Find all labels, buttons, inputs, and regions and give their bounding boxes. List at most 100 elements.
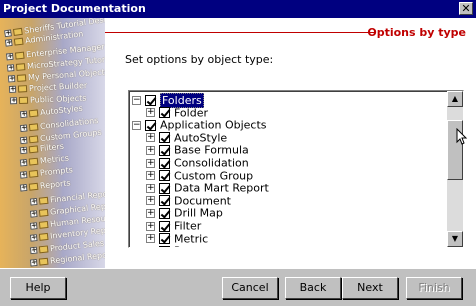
checkbox[interactable] <box>159 182 170 194</box>
tree-item[interactable]: + AutoStyle <box>146 131 227 144</box>
finish-button[interactable]: Finish <box>406 277 462 299</box>
expand-icon: + <box>29 257 38 267</box>
tree-item[interactable]: + Drill Map <box>146 206 223 220</box>
folder-icon <box>14 52 25 60</box>
folder-icon <box>18 96 29 105</box>
checkbox[interactable] <box>159 233 170 245</box>
tree-item[interactable]: + Document <box>146 194 231 207</box>
expand-icon[interactable]: + <box>146 183 155 193</box>
expand-icon: + <box>9 96 18 105</box>
tree-item-label: Base Formula <box>174 143 249 157</box>
folder-icon <box>38 257 49 266</box>
resize-cursor-icon <box>456 128 468 145</box>
folder-icon <box>28 135 39 144</box>
checkbox[interactable] <box>159 132 170 144</box>
tree-item-label: Application Objects <box>160 118 267 132</box>
expand-icon: + <box>5 52 14 61</box>
tree-item-label: Data Mart Report <box>174 181 269 195</box>
tree-item[interactable]: + Custom Group <box>146 169 253 182</box>
expand-icon[interactable]: + <box>146 158 155 168</box>
expand-icon[interactable]: + <box>146 171 155 181</box>
tree-scrollbar[interactable]: ▲ ▼ <box>447 91 463 247</box>
finish-button-label: Finish <box>418 281 450 294</box>
help-button[interactable]: Help <box>10 277 66 299</box>
watermark-label: Metrics <box>39 153 70 166</box>
folder-icon <box>28 157 39 166</box>
object-type-tree[interactable]: − Folders + Folder − Application Objects + Auto… <box>128 90 464 248</box>
folder-icon <box>12 27 23 36</box>
checkbox[interactable] <box>159 144 170 156</box>
watermark-item: + Reports <box>19 177 72 192</box>
expand-icon: + <box>6 62 15 72</box>
collapse-icon[interactable]: − <box>132 120 141 130</box>
title-bar: Project Documentation ✕ <box>0 0 476 18</box>
tree-item[interactable]: + Base Formula <box>146 143 249 157</box>
expand-icon: + <box>29 209 38 218</box>
next-button[interactable]: Next <box>342 277 398 299</box>
tree-item[interactable]: − Application Objects <box>132 118 267 132</box>
expand-icon: + <box>29 221 38 230</box>
expand-icon: + <box>29 196 38 206</box>
watermark-label: Filters <box>39 141 65 154</box>
options-label: Set options by object type: <box>125 53 274 66</box>
checkbox[interactable] <box>145 119 156 131</box>
watermark-label: Reports <box>39 177 72 191</box>
checkbox[interactable] <box>145 94 156 106</box>
folder-icon <box>38 196 49 205</box>
tree-item[interactable]: + Folder <box>146 106 208 119</box>
checkbox[interactable] <box>159 195 170 207</box>
checkbox[interactable] <box>159 107 170 119</box>
expand-icon[interactable]: + <box>146 221 155 231</box>
checkbox[interactable] <box>159 170 170 182</box>
expand-icon: + <box>19 170 28 180</box>
tree-item-label: Filter <box>174 219 202 233</box>
folder-icon <box>28 109 39 118</box>
tree-item[interactable]: + Filter <box>146 219 202 233</box>
expand-icon: + <box>7 73 16 83</box>
down-arrow-icon[interactable]: ▼ <box>447 231 463 247</box>
close-button[interactable]: ✕ <box>459 2 473 15</box>
collapse-icon[interactable]: − <box>132 95 141 105</box>
tree-item[interactable]: + Metric <box>146 232 208 245</box>
tree-item-label: Folder <box>174 106 208 120</box>
tree-item[interactable]: + Prompt <box>146 244 213 247</box>
folder-icon <box>15 62 26 71</box>
expand-icon: + <box>19 123 28 132</box>
expand-icon[interactable]: + <box>146 208 155 218</box>
back-button-label: Back <box>299 281 327 294</box>
cancel-button[interactable]: Cancel <box>222 277 278 299</box>
expand-icon[interactable]: + <box>146 246 155 247</box>
tree-item[interactable]: + Data Mart Report <box>146 181 269 195</box>
checkbox[interactable] <box>159 220 170 232</box>
folder-icon <box>38 221 49 230</box>
folder-icon <box>17 85 28 93</box>
expand-icon[interactable]: + <box>146 234 155 244</box>
back-button[interactable]: Back <box>285 277 341 299</box>
tree-item-label: AutoStyle <box>174 131 228 145</box>
tree-item-label: Custom Group <box>174 169 254 183</box>
watermark-label: Prompts <box>39 165 74 179</box>
folder-icon <box>28 182 39 191</box>
checkbox[interactable] <box>159 245 170 247</box>
folder-icon <box>38 208 49 217</box>
page-title: Options by type <box>367 26 466 39</box>
button-bar: Help Cancel Back Next Finish <box>0 268 476 306</box>
expand-icon: + <box>4 28 12 38</box>
expand-icon: + <box>19 135 28 145</box>
tree-item-label: Document <box>174 194 231 208</box>
checkbox[interactable] <box>159 157 170 169</box>
expand-icon[interactable]: + <box>146 145 155 155</box>
help-button-label: Help <box>25 281 51 294</box>
up-arrow-icon[interactable]: ▲ <box>447 91 463 107</box>
next-button-label: Next <box>357 281 383 294</box>
checkbox[interactable] <box>159 207 170 219</box>
cancel-button-label: Cancel <box>231 281 269 294</box>
expand-icon[interactable]: + <box>146 108 155 118</box>
folder-icon <box>13 37 24 46</box>
expand-icon: + <box>29 233 38 243</box>
expand-icon[interactable]: + <box>146 133 155 143</box>
tree-item[interactable]: − Folders <box>132 92 204 108</box>
expand-icon: + <box>19 182 28 192</box>
expand-icon[interactable]: + <box>146 196 155 206</box>
tree-item[interactable]: + Consolidation <box>146 156 249 170</box>
